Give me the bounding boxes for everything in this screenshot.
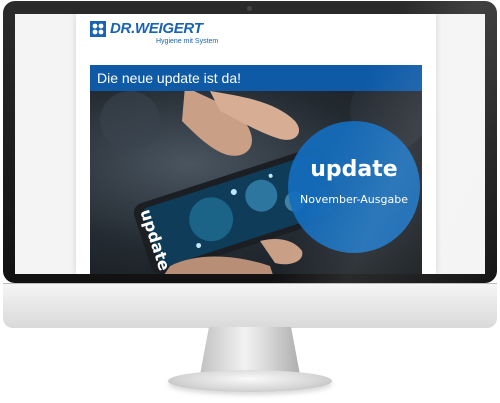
brand-logo[interactable]: DR.WEIGERT Hygiene mit System [90,19,290,47]
monitor-screen: DR.WEIGERT Hygiene mit System Die neue u… [15,14,485,274]
webcam-icon [247,6,252,11]
hero-image[interactable]: update update November-Ausgabe [90,91,422,274]
monitor-chin [3,283,497,328]
brand-name: DR.WEIGERT [110,20,203,37]
badge-subtitle: November-Ausgabe [300,193,408,206]
monitor-stand-neck [200,327,300,373]
update-badge: update November-Ausgabe [288,121,420,253]
brand-tagline: Hygiene mit System [156,38,219,45]
headline-text: Die neue update ist da! [97,70,241,86]
badge-title: update [310,157,398,182]
monitor-stand-base [168,370,332,392]
newsletter-email: DR.WEIGERT Hygiene mit System Die neue u… [76,14,436,274]
logo-mark-icon [90,21,106,37]
headline-banner: Die neue update ist da! [90,65,422,91]
screenshot-stage: DR.WEIGERT Hygiene mit System Die neue u… [0,0,500,403]
